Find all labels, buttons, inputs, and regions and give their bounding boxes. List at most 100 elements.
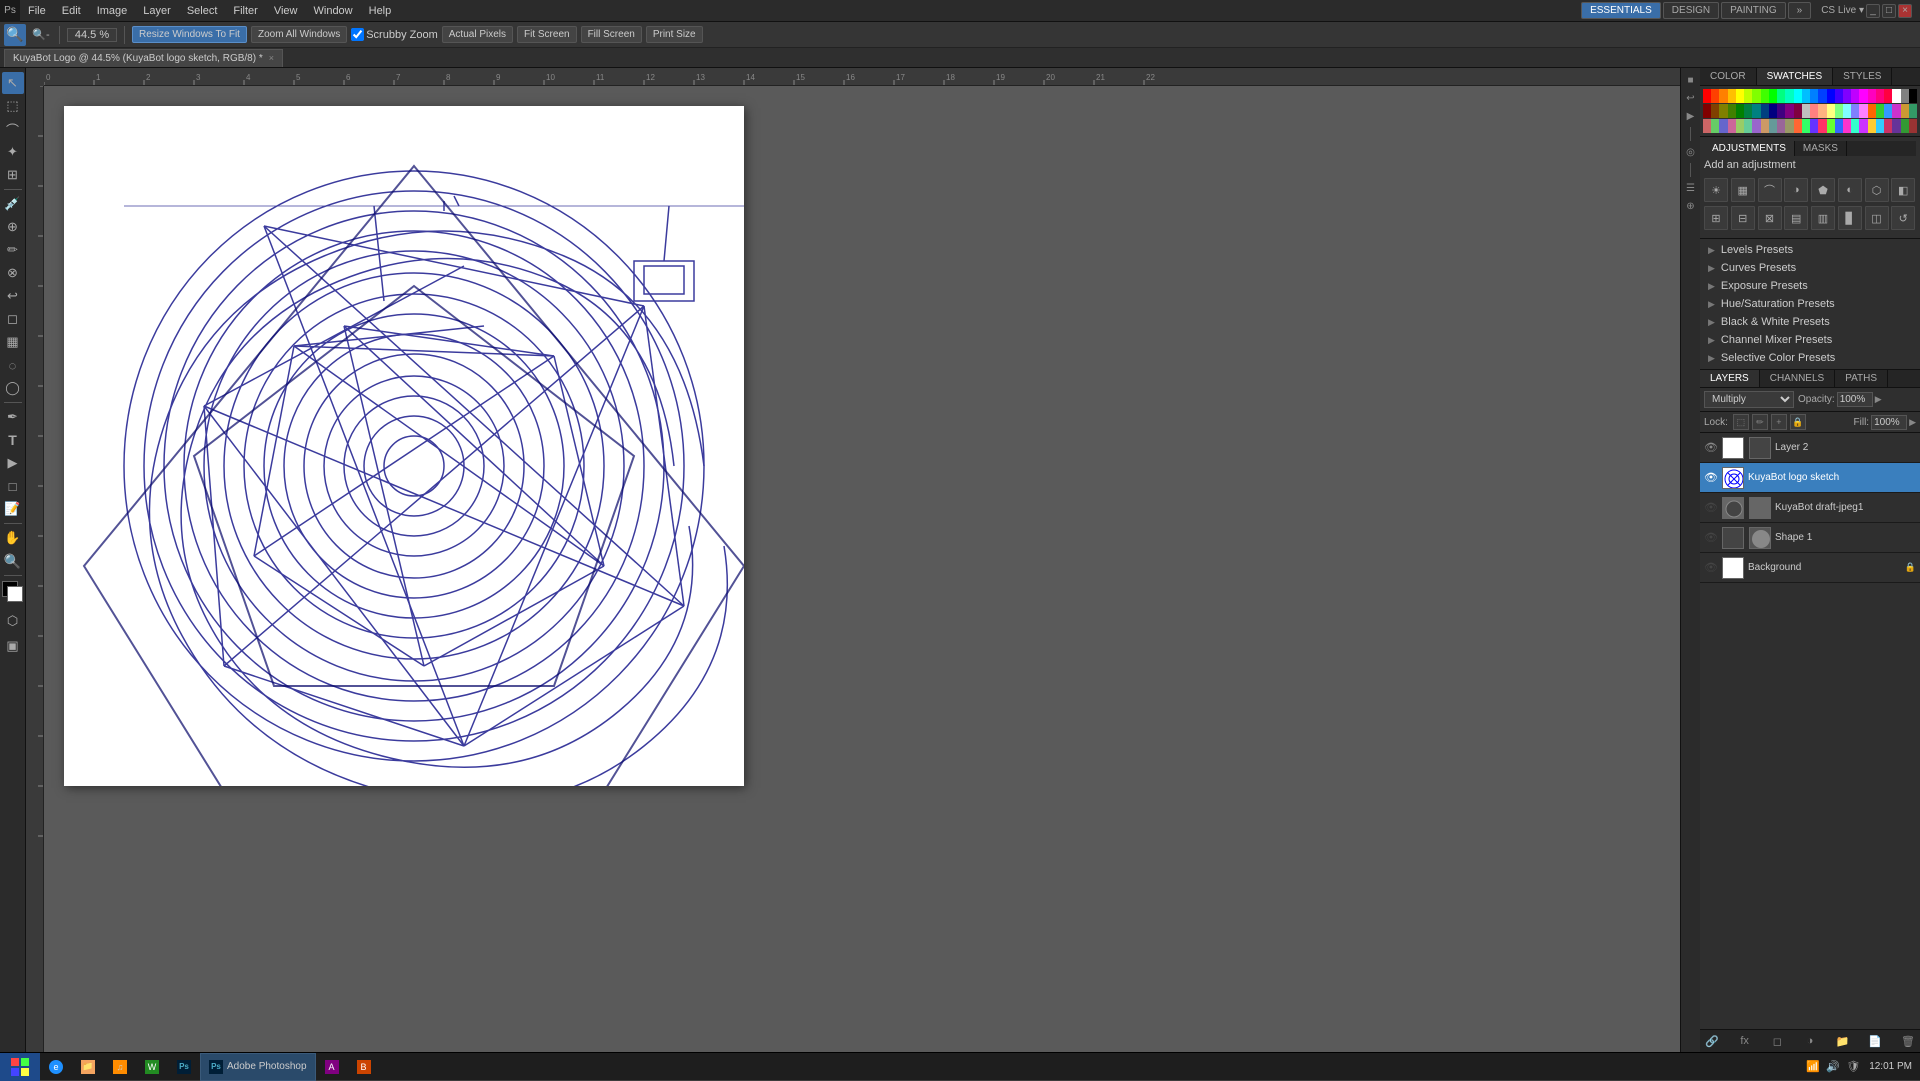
hue-sat-adj-icon[interactable]: ◐ (1838, 178, 1862, 202)
sw3-22[interactable] (1876, 119, 1884, 133)
layer-row-2[interactable]: 👁 Layer 2 (1700, 433, 1920, 463)
swatch-rose[interactable] (1876, 89, 1884, 103)
swatch-white[interactable] (1892, 89, 1900, 103)
selective-color-presets-item[interactable]: ▶ Selective Color Presets (1700, 349, 1920, 367)
fill-input[interactable] (1871, 415, 1907, 430)
swatch-brown[interactable] (1711, 104, 1719, 118)
swatches-tab[interactable]: SWATCHES (1757, 68, 1834, 85)
start-button[interactable] (0, 1053, 40, 1081)
document-tab[interactable]: KuyaBot Logo @ 44.5% (KuyaBot logo sketc… (4, 49, 283, 67)
swatch-dark-purple[interactable] (1785, 104, 1793, 118)
swatch-silver[interactable] (1802, 104, 1810, 118)
swatch-dark-rose[interactable] (1794, 104, 1802, 118)
background-color[interactable] (7, 586, 23, 602)
path-select-tool[interactable]: ▶ (2, 452, 24, 474)
workspace-more[interactable]: » (1788, 2, 1812, 19)
menu-help[interactable]: Help (361, 3, 400, 19)
lock-transparent-icon[interactable]: ⬚ (1733, 414, 1749, 430)
sw3-14[interactable] (1810, 119, 1818, 133)
swatch-sky-blue[interactable] (1802, 89, 1810, 103)
menu-window[interactable]: Window (306, 3, 361, 19)
lock-image-icon[interactable]: ✏ (1752, 414, 1768, 430)
threshold-adj-icon[interactable]: ▥ (1811, 206, 1835, 230)
maximize-btn[interactable]: □ (1882, 4, 1896, 18)
swatch-orange-red[interactable] (1711, 89, 1719, 103)
sw3-20[interactable] (1859, 119, 1867, 133)
levels-presets-item[interactable]: ▶ Levels Presets (1700, 241, 1920, 259)
swatch-light-blue[interactable] (1851, 104, 1859, 118)
marquee-tool[interactable]: ⬚ (2, 95, 24, 117)
swatch-teal-green[interactable] (1744, 104, 1752, 118)
shape-tool[interactable]: □ (2, 475, 24, 497)
selective-color-adj-icon[interactable]: ◫ (1865, 206, 1889, 230)
swatch-gold[interactable] (1901, 104, 1909, 118)
canvas-area[interactable]: 0 1 2 3 4 5 6 7 8 (26, 68, 1680, 1052)
hue-sat-presets-item[interactable]: ▶ Hue/Saturation Presets (1700, 295, 1920, 313)
sw3-6[interactable] (1744, 119, 1752, 133)
fill-screen-btn[interactable]: Fill Screen (581, 26, 642, 43)
sw3-25[interactable] (1901, 119, 1909, 133)
swatch-teal[interactable] (1752, 104, 1760, 118)
menu-edit[interactable]: Edit (54, 3, 89, 19)
swatch-turquoise[interactable] (1785, 89, 1793, 103)
curves-presets-item[interactable]: ▶ Curves Presets (1700, 259, 1920, 277)
zoom-out-btn[interactable]: 🔍- (30, 24, 52, 46)
sw3-23[interactable] (1884, 119, 1892, 133)
bw-presets-item[interactable]: ▶ Black & White Presets (1700, 313, 1920, 331)
swatch-navy[interactable] (1769, 104, 1777, 118)
swatch-violet[interactable] (1843, 89, 1851, 103)
menu-filter[interactable]: Filter (225, 3, 265, 19)
layers-tab-paths[interactable]: PATHS (1835, 370, 1888, 387)
lock-all-icon[interactable]: 🔒 (1790, 414, 1806, 430)
sw3-21[interactable] (1868, 119, 1876, 133)
workspace-design[interactable]: DESIGN (1663, 2, 1719, 19)
quick-mask-tool[interactable]: ⬡ (2, 610, 24, 632)
swatch-green-yellow[interactable] (1752, 89, 1760, 103)
sw3-17[interactable] (1835, 119, 1843, 133)
sw3-3[interactable] (1719, 119, 1727, 133)
blend-mode-select[interactable]: Multiply Normal Screen Overlay (1704, 391, 1794, 408)
swatch-dark-violet[interactable] (1777, 104, 1785, 118)
swatch-medium-green[interactable] (1876, 104, 1884, 118)
adjustments-icon[interactable]: ◎ (1683, 144, 1699, 160)
menu-file[interactable]: File (20, 3, 54, 19)
canvas[interactable] (64, 106, 744, 786)
notes-tool[interactable]: 📝 (2, 498, 24, 520)
fit-screen-btn[interactable]: Fit Screen (517, 26, 577, 43)
swatch-yellow-green[interactable] (1744, 89, 1752, 103)
layers-icon[interactable]: ☰ (1683, 180, 1699, 196)
swatch-light-green[interactable] (1835, 104, 1843, 118)
opacity-input[interactable] (1837, 392, 1873, 407)
color-icon[interactable]: ■ (1683, 72, 1699, 88)
swatch-dark-blue[interactable] (1818, 89, 1826, 103)
swatch-medium-blue[interactable] (1884, 104, 1892, 118)
swatch-maroon[interactable] (1703, 104, 1711, 118)
tray-volume-icon[interactable]: 🔊 (1825, 1059, 1841, 1075)
taskbar-winamp[interactable]: W (136, 1053, 168, 1081)
sw3-9[interactable] (1769, 119, 1777, 133)
minimize-btn[interactable]: _ (1866, 4, 1880, 18)
swatch-blue[interactable] (1810, 89, 1818, 103)
sw3-11[interactable] (1785, 119, 1793, 133)
curves-adj-icon[interactable]: ⌒ (1758, 178, 1782, 202)
swatch-emerald[interactable] (1909, 104, 1917, 118)
sw3-18[interactable] (1843, 119, 1851, 133)
layer-row-shape[interactable]: 👁 Shape 1 (1700, 523, 1920, 553)
delete-layer-btn[interactable]: 🗑 (1900, 1033, 1916, 1049)
sw3-2[interactable] (1711, 119, 1719, 133)
clone-tool[interactable]: ⊗ (2, 262, 24, 284)
eraser-tool[interactable]: ◻ (2, 308, 24, 330)
sw3-4[interactable] (1728, 119, 1736, 133)
hand-tool[interactable]: ✋ (2, 527, 24, 549)
adjustments-tab[interactable]: ADJUSTMENTS (1704, 141, 1795, 156)
lock-position-icon[interactable]: + (1771, 414, 1787, 430)
sw3-7[interactable] (1752, 119, 1760, 133)
sw3-13[interactable] (1802, 119, 1810, 133)
blur-tool[interactable]: ◌ (2, 354, 24, 376)
brush-tool[interactable]: ✏ (2, 239, 24, 261)
styles-tab[interactable]: STYLES (1833, 68, 1892, 85)
layer-2-vis-icon[interactable]: 👁 (1704, 441, 1718, 455)
layer-mask-btn[interactable]: ◻ (1769, 1033, 1785, 1049)
swatch-green[interactable] (1769, 89, 1777, 103)
taskbar-app2[interactable]: B (348, 1053, 380, 1081)
